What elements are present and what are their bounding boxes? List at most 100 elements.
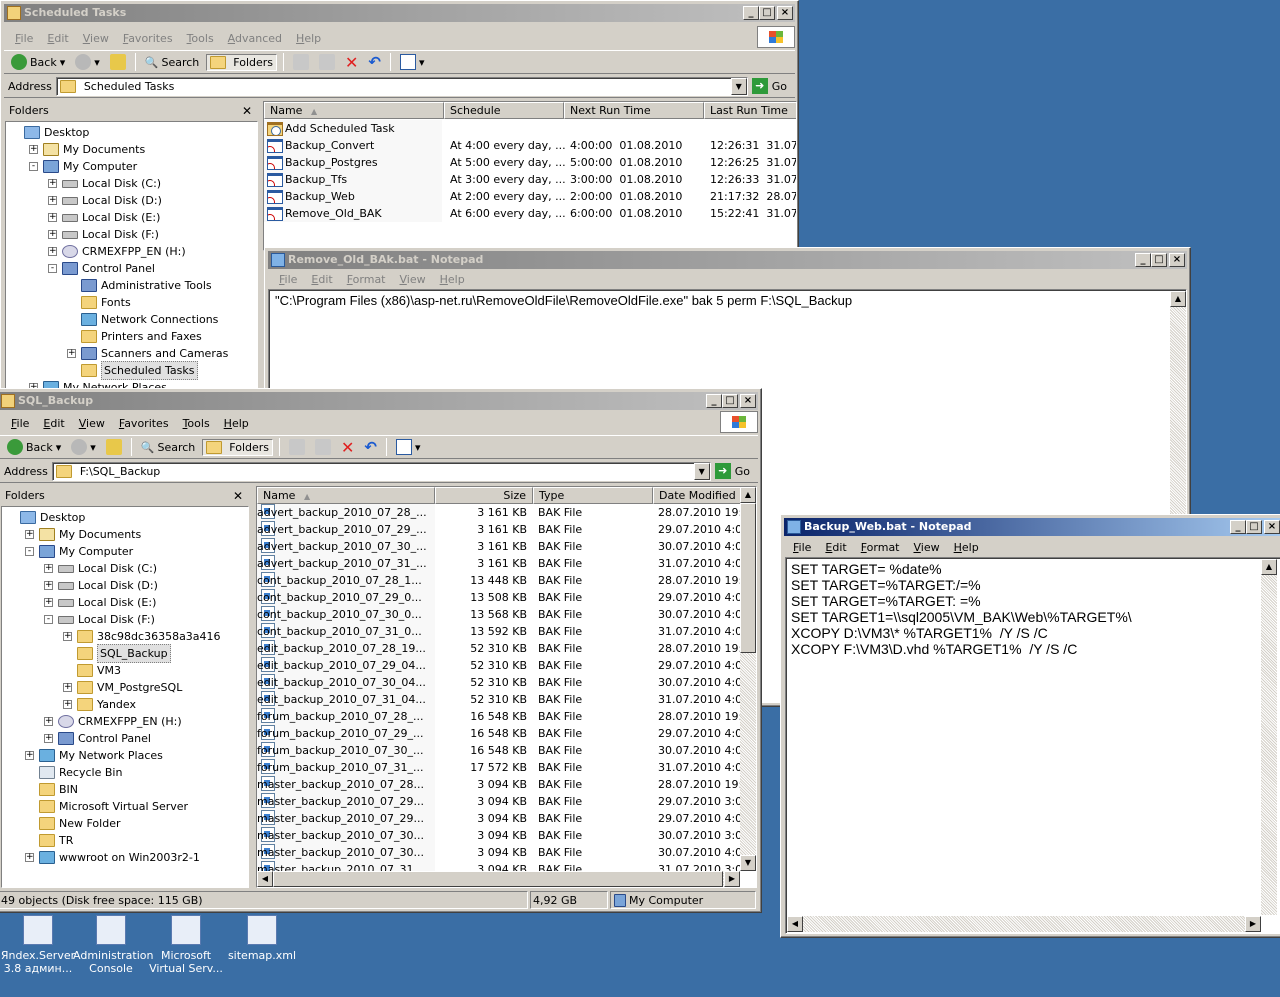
scroll-down-button[interactable]: ▼ xyxy=(740,855,756,871)
menu-help[interactable]: Help xyxy=(947,541,986,554)
column-header-next-run-time[interactable]: Next Run Time xyxy=(564,102,704,119)
desktop-icon[interactable]: Administration Console xyxy=(73,915,154,975)
tree-item[interactable]: My Computer xyxy=(43,158,137,175)
menu-tools[interactable]: Tools xyxy=(176,417,217,430)
file-row[interactable]: edit_backup_2010_07_29_04... 52 310 KB BAK… xyxy=(257,657,756,674)
menu-favorites[interactable]: Favorites xyxy=(112,417,176,430)
forward-button[interactable]: ▾ xyxy=(72,53,103,71)
move-to-button[interactable] xyxy=(286,438,308,456)
expand-toggle[interactable]: + xyxy=(63,700,72,709)
vertical-scrollbar[interactable]: ▲ ▼ xyxy=(740,487,756,871)
maximize-button[interactable]: □ xyxy=(759,6,775,20)
copy-to-button[interactable] xyxy=(312,438,334,456)
back-button[interactable]: Back ▾ xyxy=(4,438,64,456)
close-pane-icon[interactable]: ✕ xyxy=(233,487,243,505)
menu-file[interactable]: File xyxy=(272,273,304,286)
expand-toggle[interactable]: + xyxy=(48,213,57,222)
minimize-button[interactable]: _ xyxy=(743,6,759,20)
tree-item[interactable]: wwwroot on Win2003r2-1 xyxy=(39,849,200,866)
scroll-up-button[interactable]: ▲ xyxy=(740,487,756,503)
move-to-button[interactable] xyxy=(290,53,312,71)
scroll-up-button[interactable]: ▲ xyxy=(1170,291,1186,307)
up-button[interactable] xyxy=(107,53,129,71)
close-button[interactable]: × xyxy=(1169,253,1185,267)
tree-item[interactable]: Control Panel xyxy=(62,260,155,277)
tree-item[interactable]: Network Connections xyxy=(81,311,218,328)
text-area[interactable]: SET TARGET= %date% SET TARGET=%TARGET:/=… xyxy=(785,557,1280,934)
tree-item[interactable]: Desktop xyxy=(20,509,85,526)
minimize-button[interactable]: _ xyxy=(1135,253,1151,267)
menu-file[interactable]: File xyxy=(4,417,36,430)
go-button[interactable]: ➜ Go xyxy=(751,78,795,94)
menu-help[interactable]: Help xyxy=(433,273,472,286)
tree-item[interactable]: Scheduled Tasks xyxy=(81,361,198,380)
file-row[interactable]: master_backup_2010_07_30... 3 094 KB BAK F… xyxy=(257,844,756,861)
menu-view[interactable]: View xyxy=(907,541,947,554)
expand-toggle[interactable]: + xyxy=(44,581,53,590)
maximize-button[interactable]: □ xyxy=(722,394,738,408)
scroll-right-button[interactable]: ▶ xyxy=(724,871,740,887)
vertical-scrollbar[interactable]: ▲ xyxy=(1261,559,1277,915)
task-row[interactable]: Backup_Postgres At 5:00 every day, ... 5:0… xyxy=(264,154,796,171)
forward-button[interactable]: ▾ xyxy=(68,438,99,456)
column-header-name[interactable]: Name ▲ xyxy=(264,102,444,119)
search-button[interactable]: 🔍 Search xyxy=(142,55,203,70)
tree-item[interactable]: Microsoft Virtual Server xyxy=(39,798,188,815)
tree-item[interactable]: Desktop xyxy=(24,124,89,141)
menu-tools[interactable]: Tools xyxy=(180,32,221,45)
expand-toggle[interactable]: - xyxy=(48,264,57,273)
menu-help[interactable]: Help xyxy=(289,32,328,45)
menu-file[interactable]: File xyxy=(8,32,40,45)
close-pane-icon[interactable]: ✕ xyxy=(242,102,252,120)
address-dropdown[interactable]: ▼ xyxy=(693,462,710,480)
desktop-icon[interactable]: sitemap.xml xyxy=(224,915,300,962)
tree-item[interactable]: Administrative Tools xyxy=(81,277,212,294)
file-row[interactable]: forum_backup_2010_07_28_... 16 548 KB BAK … xyxy=(257,708,756,725)
address-dropdown[interactable]: ▼ xyxy=(730,77,747,95)
tree-item[interactable]: CRMEXFPP_EN (H:) xyxy=(62,243,186,260)
views-button[interactable]: ▾ xyxy=(397,53,428,71)
file-row[interactable]: advert_backup_2010_07_30_... 3 161 KB BAK … xyxy=(257,538,756,555)
expand-toggle[interactable]: + xyxy=(48,196,57,205)
scroll-right-button[interactable]: ▶ xyxy=(1245,916,1261,932)
folders-button[interactable]: Folders xyxy=(202,438,274,456)
menu-help[interactable]: Help xyxy=(217,417,256,430)
expand-toggle[interactable]: - xyxy=(25,547,34,556)
expand-toggle[interactable]: + xyxy=(29,145,38,154)
tree-item[interactable]: Fonts xyxy=(81,294,131,311)
address-input[interactable]: F:\SQL_Backup ▼ xyxy=(51,461,711,481)
undo-button[interactable]: ↶ xyxy=(361,437,380,457)
column-header-last-run-time[interactable]: Last Run Time xyxy=(704,102,796,119)
file-row[interactable]: master_backup_2010_07_28... 3 094 KB BAK F… xyxy=(257,776,756,793)
file-row[interactable]: advert_backup_2010_07_28_... 3 161 KB BAK … xyxy=(257,504,756,521)
tree-item[interactable]: Local Disk (C:) xyxy=(62,175,161,192)
column-header-schedule[interactable]: Schedule xyxy=(444,102,564,119)
scroll-thumb[interactable] xyxy=(273,871,723,887)
tree-item[interactable]: Yandex xyxy=(77,696,136,713)
tree-item[interactable]: Local Disk (E:) xyxy=(58,594,156,611)
file-row[interactable]: master_backup_2010_07_30... 3 094 KB BAK F… xyxy=(257,827,756,844)
maximize-button[interactable]: □ xyxy=(1246,520,1262,534)
tree-item[interactable]: Local Disk (F:) xyxy=(62,226,159,243)
tree-item[interactable]: Control Panel xyxy=(58,730,151,747)
menu-view[interactable]: View xyxy=(72,417,112,430)
file-row[interactable]: master_backup_2010_07_29... 3 094 KB BAK F… xyxy=(257,810,756,827)
column-header-type[interactable]: Type xyxy=(533,487,653,504)
file-row[interactable]: advert_backup_2010_07_29_... 3 161 KB BAK … xyxy=(257,521,756,538)
scroll-up-button[interactable]: ▲ xyxy=(1261,559,1277,575)
expand-toggle[interactable]: + xyxy=(48,247,57,256)
file-row[interactable]: advert_backup_2010_07_31_... 3 161 KB BAK … xyxy=(257,555,756,572)
expand-toggle[interactable]: + xyxy=(48,179,57,188)
title-bar[interactable]: Scheduled Tasks _ □ × xyxy=(4,4,795,22)
close-button[interactable]: × xyxy=(777,6,793,20)
expand-toggle[interactable]: + xyxy=(44,564,53,573)
expand-toggle[interactable]: + xyxy=(67,349,76,358)
views-button[interactable]: ▾ xyxy=(393,438,424,456)
title-bar[interactable]: Backup_Web.bat - Notepad _ □ × xyxy=(784,518,1280,536)
tree-item[interactable]: Local Disk (D:) xyxy=(62,192,162,209)
close-button[interactable]: × xyxy=(1264,520,1280,534)
expand-toggle[interactable]: + xyxy=(44,598,53,607)
file-row[interactable]: cont_backup_2010_07_30_0... 13 568 KB BAK … xyxy=(257,606,756,623)
tree-item[interactable]: TR xyxy=(39,832,73,849)
tree-item[interactable]: 38c98dc36358a3a416 xyxy=(77,628,221,645)
